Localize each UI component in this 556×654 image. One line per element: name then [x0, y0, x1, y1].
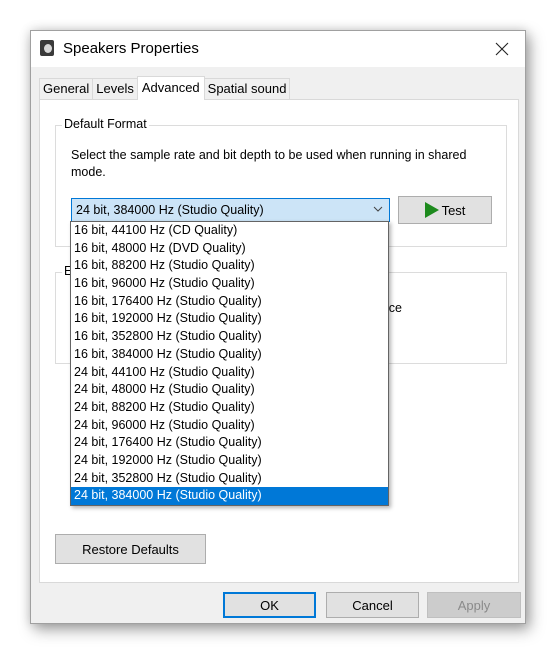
dropdown-option[interactable]: 16 bit, 48000 Hz (DVD Quality) — [71, 240, 388, 258]
dropdown-option[interactable]: 16 bit, 384000 Hz (Studio Quality) — [71, 346, 388, 364]
test-button[interactable]: Test — [398, 196, 492, 224]
dropdown-option[interactable]: 24 bit, 48000 Hz (Studio Quality) — [71, 381, 388, 399]
ok-button[interactable]: OK — [223, 592, 316, 618]
sample-rate-dropdown-list: 16 bit, 44100 Hz (CD Quality) 16 bit, 480… — [70, 221, 389, 506]
dropdown-option[interactable]: 16 bit, 176400 Hz (Studio Quality) — [71, 293, 388, 311]
tab-spatial-sound[interactable]: Spatial sound — [203, 78, 291, 99]
dropdown-option[interactable]: 24 bit, 192000 Hz (Studio Quality) — [71, 452, 388, 470]
dropdown-option[interactable]: 24 bit, 88200 Hz (Studio Quality) — [71, 399, 388, 417]
play-icon — [424, 202, 439, 218]
dropdown-option[interactable]: 24 bit, 96000 Hz (Studio Quality) — [71, 417, 388, 435]
tab-general[interactable]: General — [39, 78, 94, 99]
title-bar: Speakers Properties — [31, 31, 525, 67]
default-format-label: Default Format — [62, 117, 149, 131]
window-title: Speakers Properties — [63, 40, 199, 57]
default-format-description: Select the sample rate and bit depth to … — [71, 148, 467, 179]
dropdown-option[interactable]: 16 bit, 352800 Hz (Studio Quality) — [71, 328, 388, 346]
tab-advanced[interactable]: Advanced — [136, 76, 205, 100]
test-button-label: Test — [441, 202, 466, 218]
chevron-down-icon — [373, 206, 383, 212]
dropdown-option[interactable]: 16 bit, 96000 Hz (Studio Quality) — [71, 275, 388, 293]
dropdown-option[interactable]: 16 bit, 44100 Hz (CD Quality) — [71, 222, 388, 240]
cancel-button[interactable]: Cancel — [326, 592, 419, 618]
dropdown-option[interactable]: 24 bit, 352800 Hz (Studio Quality) — [71, 470, 388, 488]
close-button[interactable] — [479, 31, 525, 67]
restore-defaults-button[interactable]: Restore Defaults — [55, 534, 206, 564]
apply-button: Apply — [427, 592, 521, 618]
dropdown-option[interactable]: 24 bit, 44100 Hz (Studio Quality) — [71, 364, 388, 382]
combobox-selected-value: 24 bit, 384000 Hz (Studio Quality) — [76, 203, 264, 217]
speaker-icon — [40, 40, 54, 56]
dropdown-option[interactable]: 24 bit, 176400 Hz (Studio Quality) — [71, 434, 388, 452]
dropdown-option[interactable]: 16 bit, 192000 Hz (Studio Quality) — [71, 310, 388, 328]
dropdown-option[interactable]: 24 bit, 384000 Hz (Studio Quality) — [71, 487, 388, 505]
sample-rate-combobox[interactable]: 24 bit, 384000 Hz (Studio Quality) — [71, 198, 390, 222]
close-icon — [495, 42, 509, 56]
tab-levels[interactable]: Levels — [92, 78, 138, 99]
tab-strip: General Levels Advanced Spatial sound — [39, 76, 291, 100]
dropdown-option[interactable]: 16 bit, 88200 Hz (Studio Quality) — [71, 257, 388, 275]
